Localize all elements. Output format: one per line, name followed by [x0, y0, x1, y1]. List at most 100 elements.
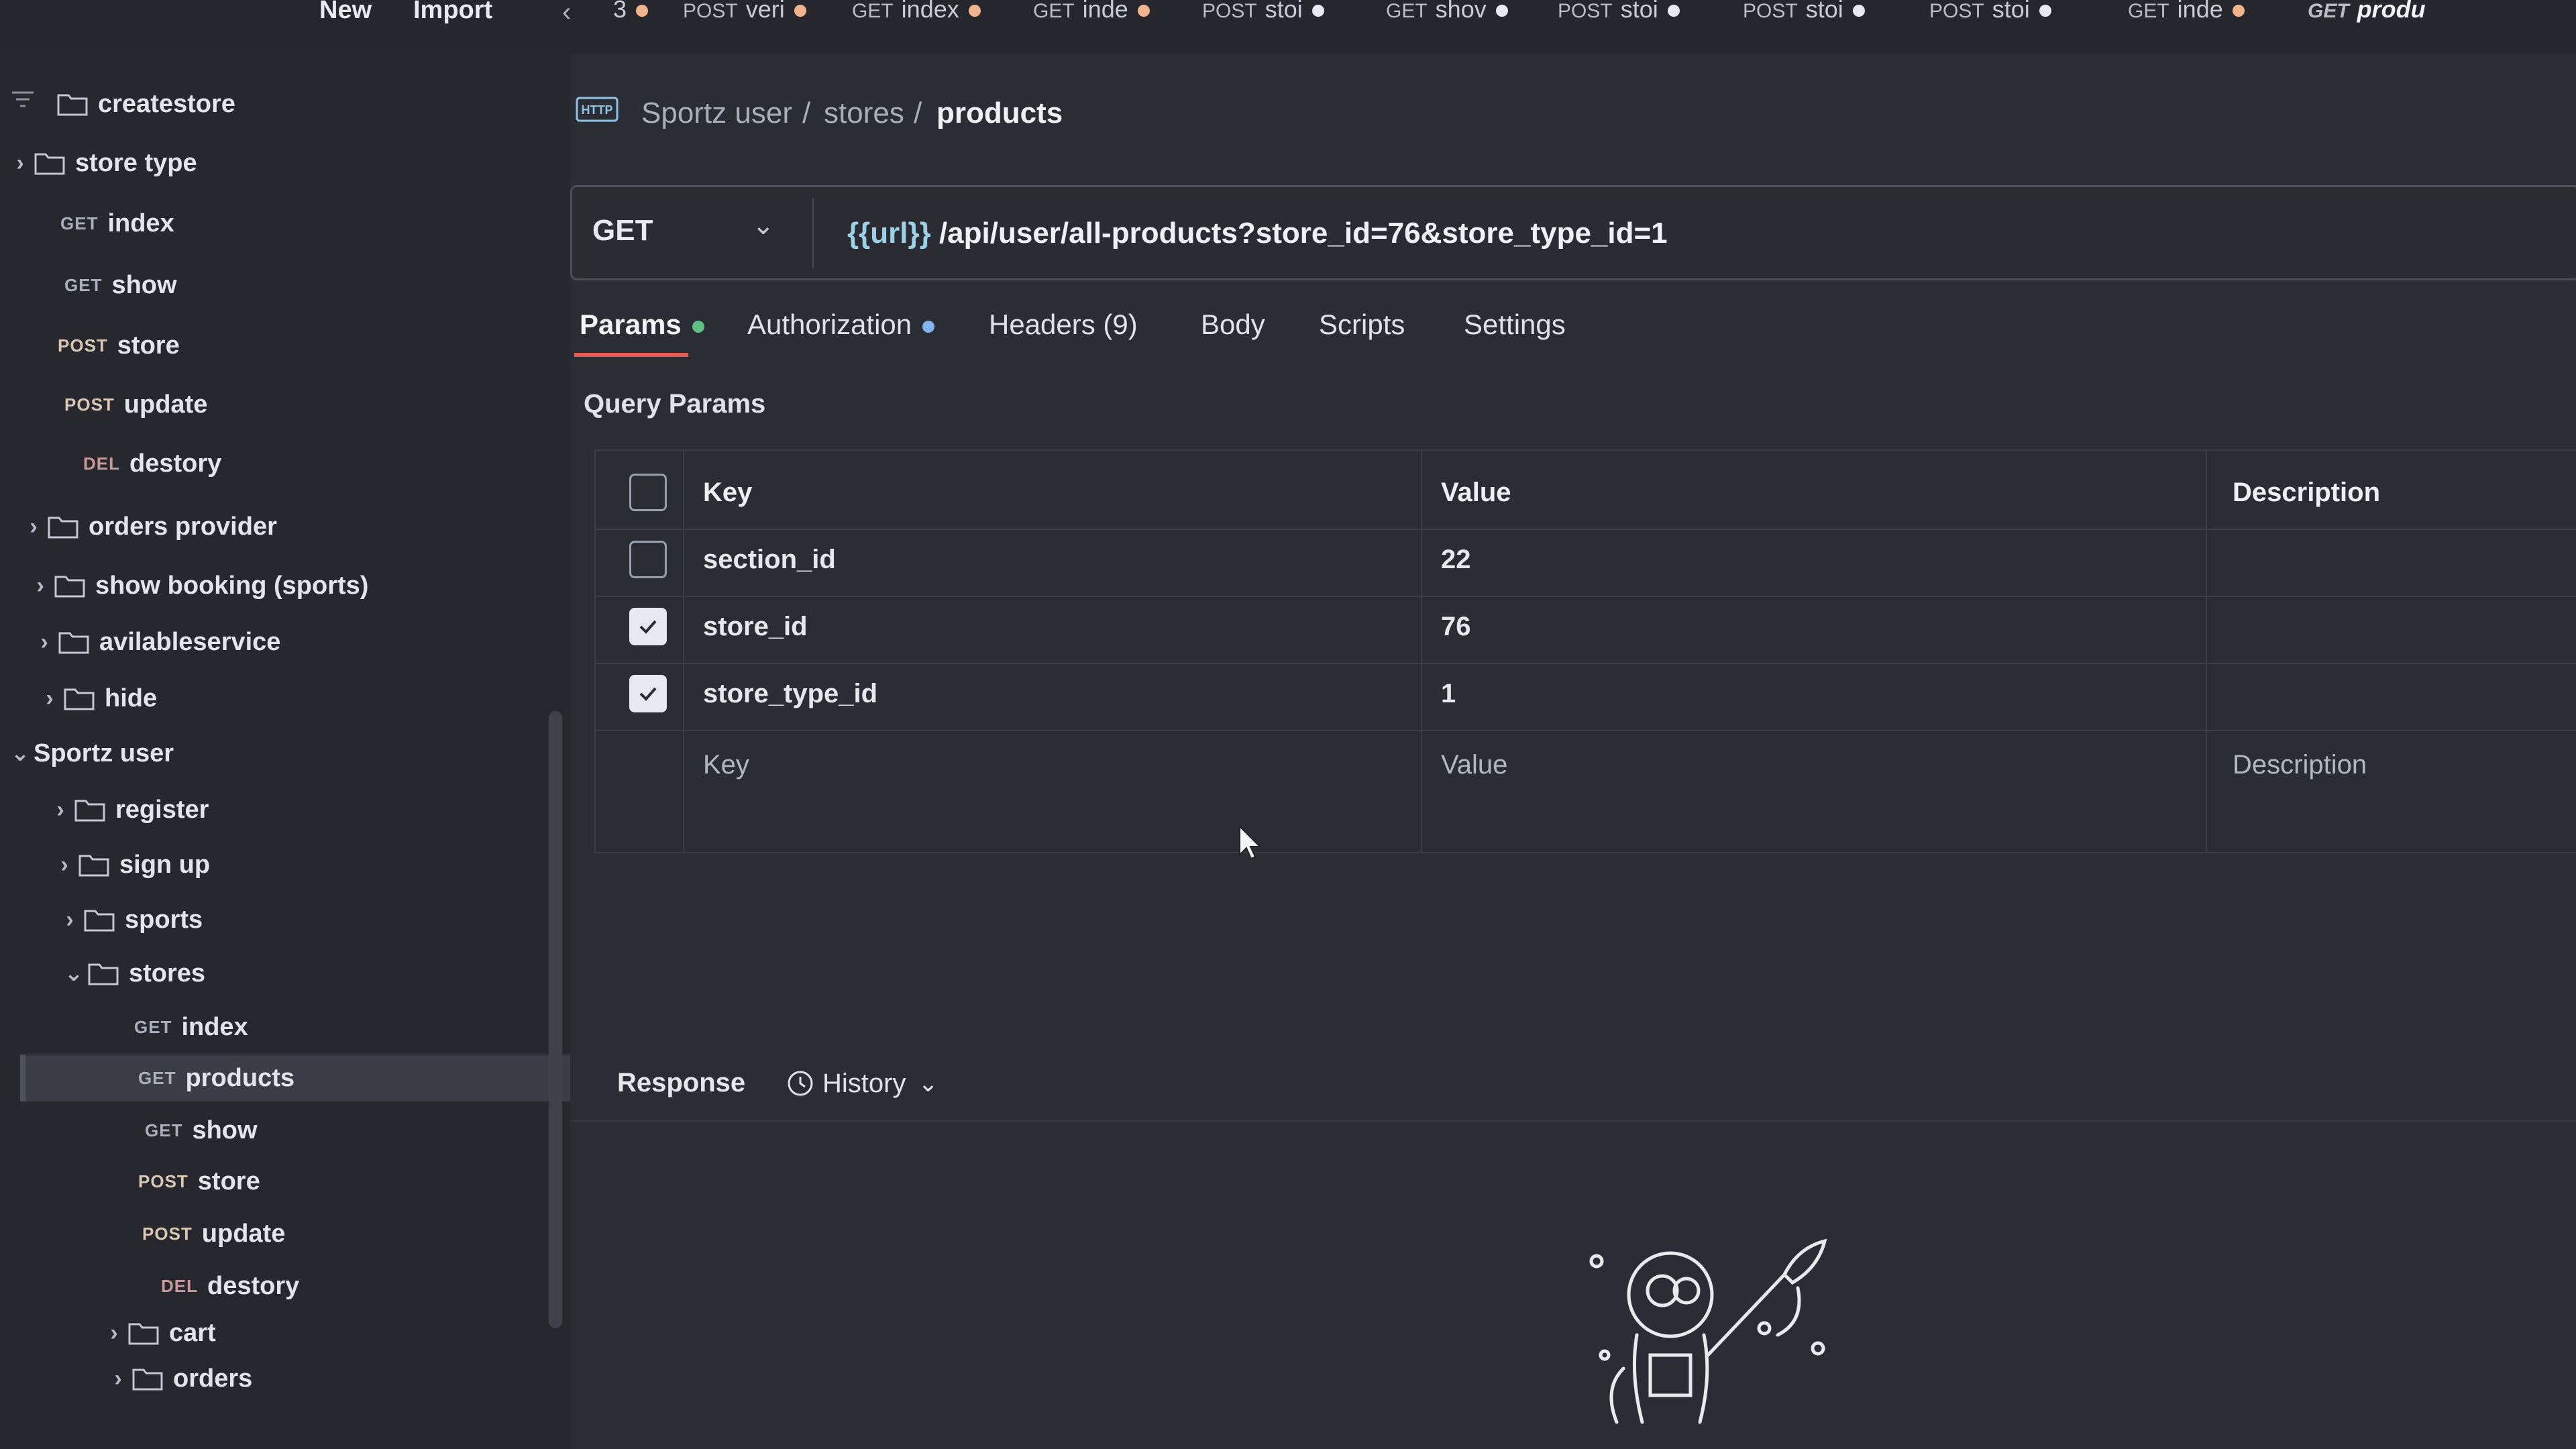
request-editor: HTTP Sportz user / stores / products GET… [570, 54, 2576, 1449]
unsaved-dot-icon [1495, 5, 1508, 17]
request-tab[interactable]: GET inde [1033, 0, 1150, 27]
sidebar-item[interactable]: GET show [145, 1107, 258, 1154]
request-tab-method: POST [1558, 0, 1613, 22]
sidebar-item-label: destory [129, 449, 222, 478]
sidebar-item[interactable]: POST update [142, 1210, 285, 1257]
request-tab[interactable]: POST stoi [1202, 0, 1324, 27]
new-key-input[interactable]: Key [703, 750, 749, 780]
param-enable-checkbox[interactable] [629, 608, 667, 645]
sidebar-item[interactable]: GET show [64, 262, 177, 309]
request-tab[interactable]: GET shov [1386, 0, 1508, 27]
method-select[interactable]: GET [592, 214, 653, 248]
chevron-down-icon[interactable]: ⌄ [752, 210, 775, 241]
response-tab[interactable]: Response [617, 1068, 745, 1098]
chevron-right-icon[interactable]: › [56, 907, 83, 933]
chevron-right-icon[interactable]: › [20, 514, 47, 540]
tab-authorization[interactable]: Authorization [747, 309, 935, 341]
sidebar-item[interactable]: › sign up [51, 841, 210, 888]
tab-label: Scripts [1319, 309, 1405, 340]
select-all-checkbox[interactable] [629, 474, 667, 511]
request-tab[interactable]: POST stoi [1929, 0, 2051, 27]
sidebar-item[interactable]: POST update [64, 381, 207, 428]
collections-sidebar: createstore › store type GET index GET show POS… [0, 54, 688, 1449]
url-input[interactable]: {{url}} /api/user/all-products?store_id=… [847, 217, 1668, 250]
param-enable-checkbox[interactable] [629, 675, 667, 712]
param-value-input[interactable]: 22 [1441, 545, 1471, 575]
new-value-input[interactable]: Value [1441, 750, 1507, 780]
sidebar-item[interactable]: › hide [36, 675, 157, 722]
sidebar-item[interactable]: › cart [101, 1309, 215, 1356]
folder-icon [74, 800, 105, 822]
tab-headers[interactable]: Headers (9) [989, 309, 1138, 341]
http-icon: HTTP [576, 97, 619, 122]
tab-body[interactable]: Body [1201, 309, 1265, 341]
sidebar-item[interactable]: › show booking (sports) [27, 562, 368, 609]
chevron-down-icon[interactable]: ⌄ [60, 960, 87, 987]
chevron-right-icon[interactable]: › [101, 1320, 127, 1346]
request-tab[interactable]: GET inde [2128, 0, 2245, 27]
chevron-down-icon[interactable]: ⌄ [7, 740, 34, 767]
sidebar-scrollbar[interactable] [549, 711, 562, 1328]
unsaved-dot-icon [1311, 5, 1324, 17]
tab-settings[interactable]: Settings [1464, 309, 1566, 341]
request-method-badge: GET [145, 1120, 183, 1140]
param-value-input[interactable]: 76 [1441, 612, 1471, 642]
param-enable-checkbox[interactable] [629, 541, 667, 578]
chevron-right-icon[interactable]: › [7, 150, 34, 176]
sidebar-item[interactable]: › avilableservice [31, 619, 280, 665]
sidebar-item[interactable]: DEL destory [161, 1263, 299, 1309]
chevron-right-icon[interactable]: › [105, 1366, 131, 1392]
sidebar-item-label: update [123, 390, 208, 419]
folder-icon [78, 855, 109, 877]
breadcrumb-current[interactable]: products [936, 97, 1063, 130]
sidebar-item[interactable]: ⌄ stores [60, 950, 205, 997]
unsaved-dot-icon [968, 5, 981, 17]
sidebar-item[interactable]: › store type [7, 140, 197, 186]
request-tab[interactable]: POST stoi [1743, 0, 1865, 27]
param-key-input[interactable]: store_type_id [703, 679, 877, 709]
sidebar-item[interactable]: GET index [134, 1004, 248, 1051]
tab-params[interactable]: Params [580, 309, 704, 341]
request-tab-method: GET [852, 0, 894, 22]
sidebar-item[interactable]: › register [47, 786, 209, 833]
sidebar-item[interactable]: POST store [138, 1158, 260, 1205]
query-params-table: Key Value Description section_id 22 store_… [594, 449, 2576, 853]
import-button[interactable]: Import [413, 0, 492, 23]
chevron-right-icon[interactable]: › [31, 629, 58, 655]
status-dot-icon [692, 320, 704, 333]
request-tab[interactable]: GET index [852, 0, 981, 27]
tab-scripts[interactable]: Scripts [1319, 309, 1405, 341]
request-tab[interactable]: POST stoi [1558, 0, 1680, 27]
tabs-back-icon[interactable]: ‹ [562, 0, 571, 28]
request-tab[interactable]: GET produ [2308, 0, 2426, 27]
sidebar-item[interactable]: ⌄ Sportz user [7, 730, 174, 777]
sidebar-item[interactable]: › sports [56, 896, 203, 943]
param-value-input[interactable]: 1 [1441, 679, 1456, 709]
request-tab-label: inde [1082, 0, 1128, 23]
folder-icon [64, 688, 95, 710]
chevron-right-icon[interactable]: › [51, 852, 78, 878]
breadcrumb-folder[interactable]: stores [824, 97, 904, 130]
chevron-right-icon[interactable]: › [47, 797, 74, 823]
param-key-input[interactable]: store_id [703, 612, 808, 642]
folder-icon [57, 94, 88, 116]
new-button[interactable]: New [319, 0, 372, 23]
tab-label: Authorization [747, 309, 912, 340]
breadcrumb-collection[interactable]: Sportz user [641, 97, 792, 130]
sidebar-item-label: avilableservice [99, 627, 281, 656]
sidebar-item[interactable]: createstore [30, 80, 235, 127]
sidebar-item[interactable]: › orders provider [20, 503, 277, 550]
chevron-right-icon[interactable]: › [27, 573, 54, 599]
history-dropdown[interactable]: History ⌄ [785, 1068, 938, 1099]
sidebar-item[interactable]: POST store [58, 322, 180, 369]
request-method-badge: GET [134, 1016, 172, 1037]
sidebar-item[interactable]: › orders [105, 1355, 252, 1402]
request-tab[interactable]: POST veri [683, 0, 806, 27]
tabs-overflow-count[interactable]: 3 [613, 0, 649, 27]
param-key-input[interactable]: section_id [703, 545, 836, 575]
sidebar-item-label: orders [173, 1364, 253, 1393]
new-description-input[interactable]: Description [2233, 750, 2367, 780]
sidebar-item[interactable]: DEL destory [83, 440, 221, 487]
chevron-right-icon[interactable]: › [36, 686, 63, 712]
sidebar-item[interactable]: GET index [60, 200, 174, 247]
